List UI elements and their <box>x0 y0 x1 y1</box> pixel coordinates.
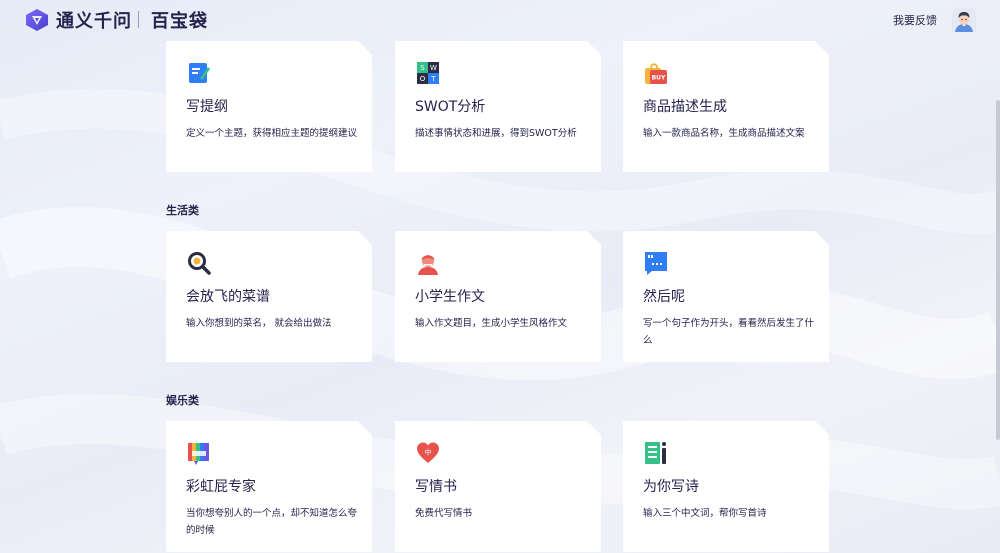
card-description: 免费代写情书 <box>415 508 473 519</box>
user-avatar-icon <box>952 8 976 32</box>
card-title: 写提纲 <box>186 99 228 115</box>
card-description: 输入三个中文词，帮你写首诗 <box>643 508 767 519</box>
card-description: 输入你想到的菜名， 就会给出做法 <box>186 318 332 329</box>
rainbow-icon <box>187 441 211 465</box>
card-what-next[interactable]: 然后呢 写一个句子作为开头，看看然后发生了什么 <box>623 231 829 362</box>
brand-name[interactable]: 通义千问 <box>56 7 132 33</box>
card-description: 写一个句子作为开头，看看然后发生了什么 <box>643 318 815 346</box>
shopping-bag-icon: BUY <box>644 61 668 85</box>
card-description: 定义一个主题，获得相应主题的提纲建议 <box>186 128 358 139</box>
swot-o-letter: O <box>420 75 426 83</box>
card-title: 然后呢 <box>643 289 685 305</box>
card-poem[interactable]: 为你写诗 输入三个中文词，帮你写首诗 <box>623 421 829 552</box>
card-product-desc[interactable]: BUY 商品描述生成 输入一款商品名称，生成商品描述文案 <box>623 41 829 172</box>
card-recipe[interactable]: 会放飞的菜谱 输入你想到的菜名， 就会给出做法 <box>166 231 372 362</box>
heart-char: 中 <box>425 448 432 457</box>
quote-bubble-icon <box>644 251 668 275</box>
card-student-essay[interactable]: 小学生作文 输入作文题目，生成小学生风格作文 <box>395 231 601 362</box>
section-title-entertainment: 娱乐类 <box>166 394 199 407</box>
card-description: 输入一款商品名称，生成商品描述文案 <box>643 128 805 139</box>
card-title: 会放飞的菜谱 <box>186 289 270 305</box>
card-description: 描述事情状态和进展，得到SWOT分析 <box>415 128 577 139</box>
card-title: 小学生作文 <box>415 289 485 305</box>
swot-s-letter: S <box>420 64 425 72</box>
card-description: 当你想夸别人的一个点，却不知道怎么夸的时候 <box>186 508 358 536</box>
swot-t-letter: T <box>430 75 436 83</box>
card-compliment[interactable]: 彩虹屁专家 当你想夸别人的一个点，却不知道怎么夸的时候 <box>166 421 372 552</box>
swot-grid-icon: S W O T <box>416 61 440 85</box>
feedback-link[interactable]: 我要反馈 <box>893 12 937 28</box>
card-love-letter[interactable]: 中 写情书 免费代写情书 <box>395 421 601 552</box>
swot-w-letter: W <box>430 64 437 72</box>
user-avatar[interactable] <box>952 8 976 32</box>
heart-icon: 中 <box>416 441 440 465</box>
card-title: 为你写诗 <box>643 479 699 495</box>
page-scrollbar[interactable] <box>996 100 1000 440</box>
section-title-life: 生活类 <box>166 204 199 217</box>
card-title: 商品描述生成 <box>643 99 727 115</box>
card-title: 写情书 <box>415 479 457 495</box>
poem-icon <box>644 441 668 465</box>
card-description: 输入作文题目，生成小学生风格作文 <box>415 318 568 329</box>
card-title: SWOT分析 <box>415 99 486 115</box>
card-title: 彩虹屁专家 <box>186 479 256 495</box>
outline-edit-icon <box>187 61 211 85</box>
brand-divider <box>138 11 139 28</box>
student-icon <box>416 251 440 275</box>
card-swot[interactable]: S W O T SWOT分析 描述事情状态和进展，得到SWOT分析 <box>395 41 601 172</box>
magnifier-icon <box>187 251 211 275</box>
page-title: 百宝袋 <box>151 11 208 32</box>
top-header: 通义千问 百宝袋 我要反馈 <box>0 0 1000 40</box>
buy-text: BUY <box>652 75 666 82</box>
tongyi-logo-icon[interactable] <box>24 8 50 32</box>
card-outline[interactable]: 写提纲 定义一个主题，获得相应主题的提纲建议 <box>166 41 372 172</box>
